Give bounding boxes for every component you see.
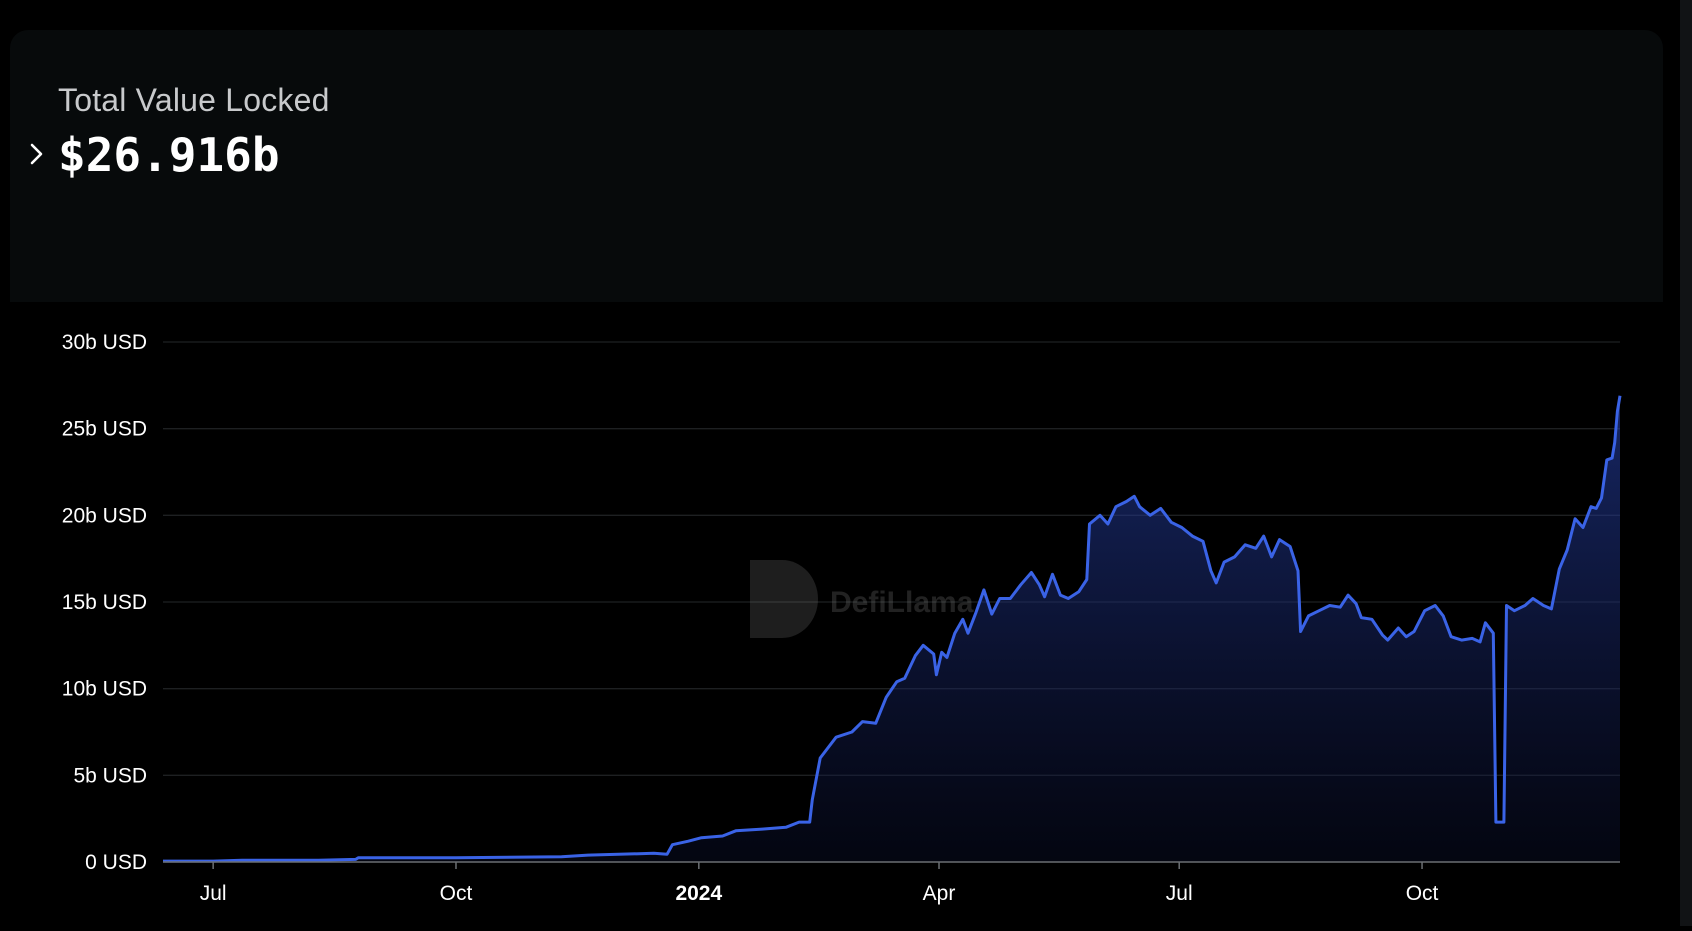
page-scroll-gutter [1680,0,1692,926]
y-tick-label: 20b USD [62,504,147,527]
x-tick-label: Jul [1166,882,1193,905]
y-tick-label: 30b USD [62,331,147,354]
x-tick-label: Jul [200,882,227,905]
y-tick-label: 15b USD [62,591,147,614]
defillama-logo-icon [750,560,818,638]
y-tick-label: 10b USD [62,678,147,701]
y-tick-label: 5b USD [73,764,147,787]
tvl-value: $26.916b [58,128,280,182]
y-axis-labels: 0 USD 5b USD 10b USD 15b USD 20b USD 25b USD 3… [62,331,147,874]
y-tick-label: 25b USD [62,418,147,441]
tvl-area-fill [163,395,1620,862]
x-tick-label: Oct [440,882,473,905]
tvl-label: Total Value Locked [58,82,330,118]
tvl-chart[interactable]: 0 USD 5b USD 10b USD 15b USD 20b USD 25b USD 3… [0,302,1680,926]
x-tick-label: Oct [1406,882,1439,905]
x-tick-label: Apr [923,882,956,905]
y-tick-label: 0 USD [85,851,147,874]
watermark-text: DefiLlama [830,586,974,619]
defillama-watermark: DefiLlama [750,560,974,638]
chevron-right-icon[interactable] [26,140,48,168]
x-axis-labels: Jul Oct 2024 Apr Jul Oct [200,862,1439,905]
tvl-chart-svg[interactable]: 0 USD 5b USD 10b USD 15b USD 20b USD 25b USD 3… [0,302,1680,926]
x-tick-label: 2024 [675,882,722,905]
